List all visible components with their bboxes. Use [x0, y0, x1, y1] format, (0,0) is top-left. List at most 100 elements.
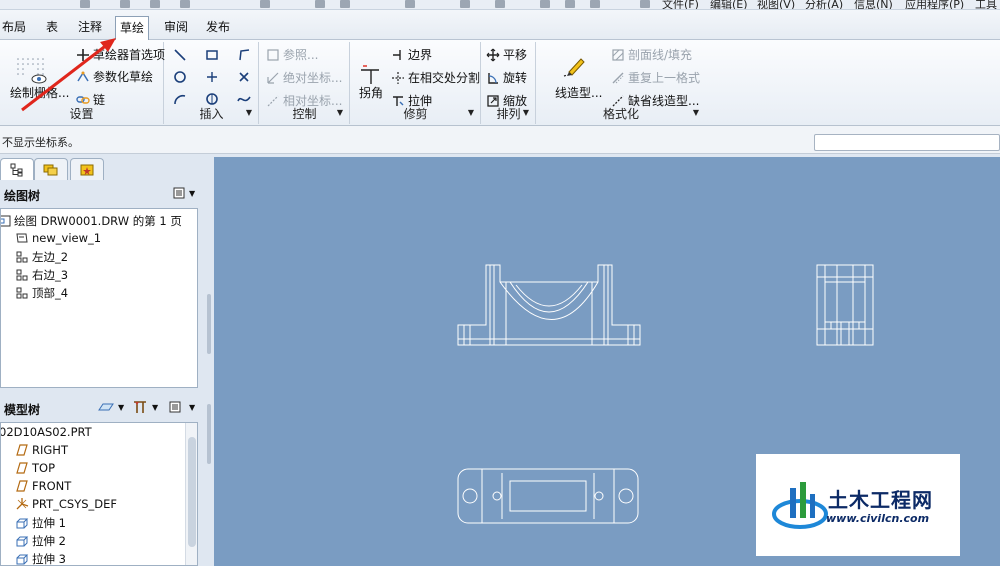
cut-icon[interactable] [150, 0, 160, 8]
front-view[interactable] [457, 264, 641, 346]
tree-item-label: 绘图 DRW0001.DRW 的第 1 页 [14, 214, 182, 228]
tree-item-extrude[interactable]: 拉伸 3 [15, 551, 66, 565]
view-icon[interactable] [460, 0, 470, 8]
tree-item-label: 拉伸 1 [32, 516, 66, 530]
tree-item-extrude[interactable]: 拉伸 1 [15, 515, 66, 531]
repeat-last-format-button[interactable]: 重复上一格式 [611, 69, 700, 86]
chevron-down-icon[interactable]: ▼ [189, 403, 195, 412]
dropdown-arrow-icon[interactable]: ▼ [337, 108, 343, 117]
sketch-tools-icon[interactable] [590, 0, 600, 8]
translate-button[interactable]: 平移 [486, 46, 527, 63]
copy-icon[interactable] [180, 0, 190, 8]
param-sketch-button[interactable]: 参数化草绘 [76, 68, 153, 85]
model-tree-scrollbar[interactable] [185, 423, 197, 565]
nav-tab-model-tree[interactable] [0, 158, 34, 180]
drawing-tree-title: 绘图树 [4, 189, 41, 203]
dropdown-arrow-icon[interactable]: ▼ [693, 108, 699, 117]
nav-tab-favorites[interactable] [70, 158, 104, 180]
select-box-icon[interactable] [340, 0, 350, 8]
circle-icon[interactable] [173, 70, 187, 84]
drawing-tree: 绘图 DRW0001.DRW 的第 1 页 new_view_1 左边_2 右边… [0, 208, 198, 388]
draw-grid-button[interactable]: 绘制栅格... [10, 84, 69, 101]
tree-item-part[interactable]: 02D10AS02.PRT [1, 425, 92, 439]
dropdown-arrow-icon[interactable]: ▼ [246, 108, 252, 117]
extrude-icon [15, 516, 29, 530]
line-style-button[interactable]: 线造型... [555, 84, 602, 101]
menu-edit[interactable]: 编辑(E) [710, 0, 748, 9]
tree-item-view[interactable]: 顶部_4 [15, 285, 68, 301]
drawing-tree-header: 绘图树 ▼ [0, 182, 200, 206]
sketch-tools-icon[interactable] [565, 0, 575, 8]
split-at-intersect-button[interactable]: 在相交处分割 [391, 69, 480, 86]
arrange-label-text: 排列 [496, 107, 521, 121]
regenerate-icon[interactable] [315, 0, 325, 8]
line-icon[interactable] [173, 48, 187, 62]
tree-item-datum-plane[interactable]: RIGHT [15, 443, 68, 457]
reference-button[interactable]: 参照... [266, 46, 318, 63]
absolute-coord-button[interactable]: 绝对坐标... [266, 69, 342, 86]
sketch-tools-icon[interactable] [540, 0, 550, 8]
tools-icon[interactable] [130, 399, 150, 415]
tree-item-extrude[interactable]: 拉伸 2 [15, 533, 66, 549]
tab-review[interactable]: 审阅 [164, 18, 188, 35]
arc-icon[interactable] [173, 92, 187, 106]
tab-sketch[interactable]: 草绘 [115, 16, 150, 40]
tree-settings-icon[interactable] [166, 399, 186, 415]
tab-table[interactable]: 表 [46, 18, 58, 35]
tab-publish[interactable]: 发布 [206, 18, 230, 35]
corner-button[interactable]: 拐角 [359, 84, 383, 101]
menu-applications[interactable]: 应用程序(P) [905, 0, 964, 9]
tab-annotate[interactable]: 注释 [78, 18, 102, 35]
nav-tab-folder-browser[interactable] [34, 158, 68, 180]
menu-view[interactable]: 视图(V) [757, 0, 795, 9]
undo-icon[interactable] [80, 0, 90, 8]
chevron-down-icon[interactable]: ▼ [189, 189, 195, 198]
menu-tools[interactable]: 工具 [975, 0, 997, 9]
menu-analysis[interactable]: 分析(A) [805, 0, 843, 9]
view-icon [15, 268, 29, 282]
menu-info[interactable]: 信息(N) [854, 0, 893, 9]
show-icon[interactable] [96, 399, 116, 415]
tab-layout[interactable]: 布局 [2, 18, 26, 35]
ribbon-tabs: 布局 表 注释 草绘 审阅 发布 [0, 10, 1000, 40]
chevron-down-icon[interactable]: ▼ [152, 403, 158, 412]
boundary-button[interactable]: 边界 [391, 46, 432, 63]
window-icon[interactable] [405, 0, 415, 8]
redo-icon[interactable] [120, 0, 130, 8]
command-search-input[interactable] [814, 134, 1000, 151]
hatch-fill-label: 剖面线/填充 [628, 48, 693, 62]
dropdown-arrow-icon[interactable]: ▼ [523, 108, 529, 117]
top-view[interactable] [457, 468, 639, 524]
splitter-grip[interactable] [207, 294, 211, 354]
chevron-down-icon[interactable]: ▼ [118, 403, 124, 412]
absolute-coord-label: 绝对坐标... [283, 71, 343, 85]
tree-item-datum-plane[interactable]: TOP [15, 461, 55, 475]
rotate-button[interactable]: 旋转 [486, 69, 527, 86]
point-icon[interactable] [205, 70, 219, 84]
menu-file[interactable]: 文件(F) [662, 0, 699, 9]
slanted-rect-icon[interactable] [237, 48, 251, 62]
tree-item-view[interactable]: new_view_1 [15, 231, 101, 245]
tree-item-view[interactable]: 左边_2 [15, 249, 68, 265]
paste-icon[interactable] [260, 0, 270, 8]
tree-item-view[interactable]: 右边_3 [15, 267, 68, 283]
spline-icon[interactable] [237, 92, 251, 106]
hatch-fill-button[interactable]: 剖面线/填充 [611, 46, 692, 63]
cross-icon[interactable] [237, 70, 251, 84]
scrollbar-thumb[interactable] [188, 437, 196, 547]
dropdown-arrow-icon[interactable]: ▼ [468, 108, 474, 117]
tree-item-label: PRT_CSYS_DEF [32, 497, 118, 511]
rectangle-icon[interactable] [205, 48, 219, 62]
line-style-icon [561, 54, 587, 80]
tree-item-datum-plane[interactable]: FRONT [15, 479, 71, 493]
panel-splitter[interactable] [204, 154, 214, 566]
display-icon[interactable] [495, 0, 505, 8]
ellipse-icon[interactable] [205, 92, 219, 106]
help-icon[interactable] [640, 0, 650, 8]
side-view[interactable] [816, 264, 874, 346]
tree-settings-icon[interactable] [170, 185, 190, 201]
tree-item-csys[interactable]: PRT_CSYS_DEF [15, 497, 117, 511]
tree-item-drawing-page[interactable]: 绘图 DRW0001.DRW 的第 1 页 [1, 213, 182, 229]
sketcher-prefs-button[interactable]: 草绘器首选项 [76, 46, 165, 63]
splitter-grip[interactable] [207, 404, 211, 464]
